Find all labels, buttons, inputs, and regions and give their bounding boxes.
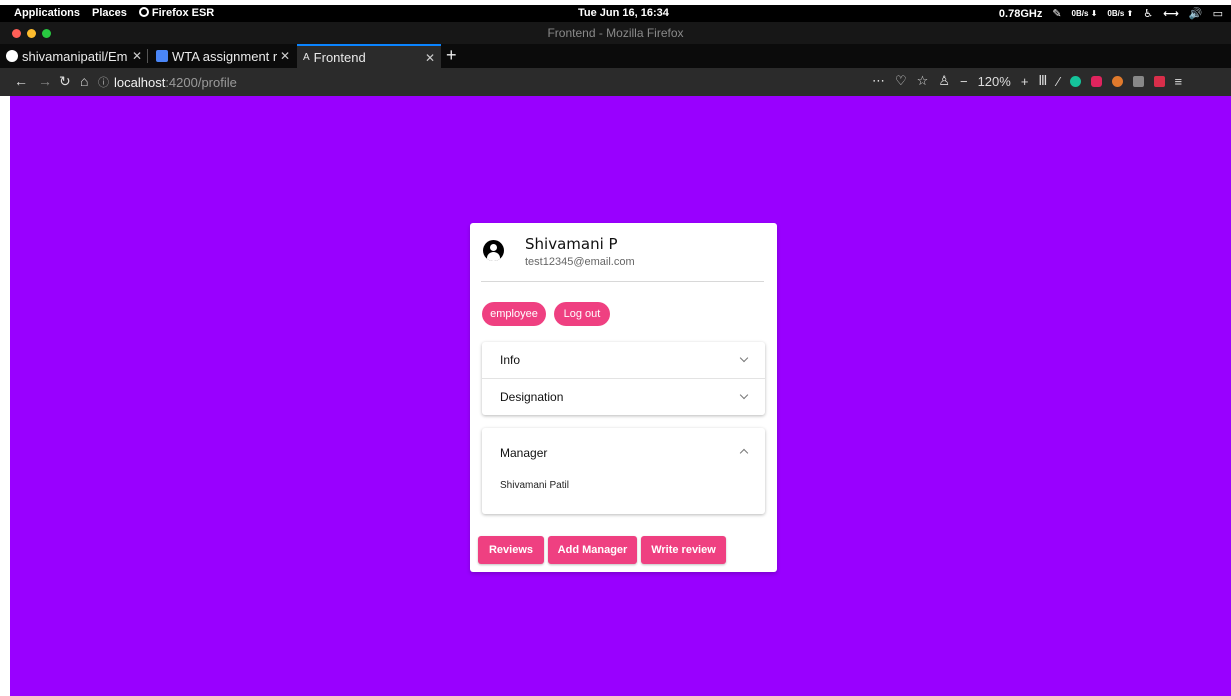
forward-button[interactable]: →	[38, 73, 52, 89]
profile-email: test12345@email.com	[525, 256, 635, 268]
manager-panel: Manager Shivamani Patil	[482, 428, 765, 514]
extension-pink-icon[interactable]	[1153, 75, 1165, 87]
menu-icon[interactable]: ≡	[1175, 74, 1183, 89]
volume-icon[interactable]: 🔊	[1189, 7, 1203, 20]
url-host: localhost	[114, 74, 166, 90]
extension-box-icon[interactable]	[1132, 75, 1144, 87]
pencil-icon[interactable]: ✎	[1052, 7, 1061, 20]
reload-button[interactable]: ↻	[59, 73, 71, 90]
tab-label: WTA assignment r	[172, 48, 278, 64]
accessibility-icon[interactable]: ♿	[1143, 7, 1153, 20]
url-bar[interactable]: ⓘ localhost:4200/profile	[98, 72, 858, 92]
more-actions-icon[interactable]: ⋯	[872, 73, 885, 89]
screenshot-icon[interactable]: ⁄	[1057, 74, 1059, 89]
employee-chip[interactable]: employee	[482, 302, 546, 326]
expansion-panel-group: Info Designation	[482, 342, 765, 415]
chevron-up-icon[interactable]	[739, 448, 749, 458]
window-title: Frontend - Mozilla Firefox	[547, 26, 684, 40]
net-down-indicator: 0B/s ⬇	[1071, 9, 1098, 18]
designation-panel-label: Designation	[500, 390, 564, 404]
docs-icon	[156, 50, 168, 62]
profile-icon[interactable]: ♙	[938, 73, 950, 89]
clock[interactable]: Tue Jun 16, 16:34	[578, 7, 669, 19]
zoom-in-button[interactable]: +	[1021, 74, 1029, 89]
close-tab-icon[interactable]: ✕	[280, 49, 290, 63]
cpu-indicator: 0.78GHz	[998, 7, 1043, 20]
manager-panel-header[interactable]: Manager	[500, 446, 547, 460]
write-review-button[interactable]: Write review	[641, 536, 726, 564]
active-app-label: Firefox ESR	[151, 7, 215, 19]
window-titlebar: Frontend - Mozilla Firefox	[0, 22, 1231, 44]
active-app-menu[interactable]: Firefox ESR	[138, 7, 215, 19]
extension-orange-icon[interactable]	[1111, 75, 1123, 87]
grammarly-icon[interactable]	[1069, 75, 1081, 87]
manager-name: Shivamani Patil	[500, 480, 569, 491]
tab-frontend[interactable]: A Frontend ✕	[297, 44, 441, 68]
tab-github[interactable]: shivamanipatil/Em ✕	[0, 44, 148, 68]
applications-menu[interactable]: Applications	[14, 7, 80, 19]
info-panel-label: Info	[500, 353, 521, 367]
system-top-bar: Applications Places Firefox ESR Tue Jun …	[0, 5, 1231, 22]
net-up-indicator: 0B/s ⬆	[1107, 9, 1134, 18]
angular-icon: A	[303, 51, 310, 63]
designation-panel-header[interactable]: Designation	[482, 379, 765, 415]
tab-label: Frontend	[313, 49, 366, 65]
zoom-level[interactable]: 120%	[978, 74, 1011, 89]
battery-icon[interactable]: ▭	[1213, 7, 1223, 20]
firefox-icon	[138, 7, 149, 17]
profile-card: Shivamani P test12345@email.com employee…	[470, 223, 777, 572]
tab-label: shivamanipatil/Em	[22, 48, 128, 64]
library-icon[interactable]: Ⅲ	[1038, 73, 1047, 89]
close-tab-icon[interactable]: ✕	[132, 49, 142, 63]
info-panel-header[interactable]: Info	[482, 342, 765, 378]
back-button[interactable]: ←	[14, 73, 28, 89]
zoom-out-button[interactable]: −	[960, 74, 968, 89]
add-manager-button[interactable]: Add Manager	[548, 536, 637, 564]
logout-chip[interactable]: Log out	[554, 302, 610, 326]
network-icon[interactable]: ⟷	[1163, 7, 1179, 20]
chevron-down-icon	[739, 390, 749, 400]
info-icon[interactable]: ⓘ	[98, 74, 109, 90]
new-tab-button[interactable]: +	[446, 45, 457, 66]
page-background: Shivamani P test12345@email.com employee…	[10, 96, 1231, 696]
divider	[481, 281, 764, 282]
nav-toolbar: ← → ↻ ⌂ ⓘ localhost:4200/profile ⋯ ♡ ☆ ♙…	[0, 68, 1231, 96]
reviews-button[interactable]: Reviews	[478, 536, 544, 564]
places-menu[interactable]: Places	[92, 7, 127, 19]
tab-docs[interactable]: WTA assignment r ✕	[150, 44, 296, 68]
chevron-down-icon	[739, 353, 749, 363]
github-icon	[6, 50, 18, 62]
url-path: :4200/profile	[165, 74, 237, 90]
profile-name: Shivamani P	[525, 235, 618, 253]
home-button[interactable]: ⌂	[80, 73, 88, 89]
extension-red-icon[interactable]	[1090, 75, 1102, 87]
close-tab-icon[interactable]: ✕	[425, 51, 435, 65]
avatar-icon	[483, 240, 504, 261]
tab-strip: shivamanipatil/Em ✕ WTA assignment r ✕ A…	[0, 44, 1231, 68]
bookmark-star-icon[interactable]: ☆	[917, 73, 929, 89]
pocket-icon[interactable]: ♡	[895, 73, 907, 89]
